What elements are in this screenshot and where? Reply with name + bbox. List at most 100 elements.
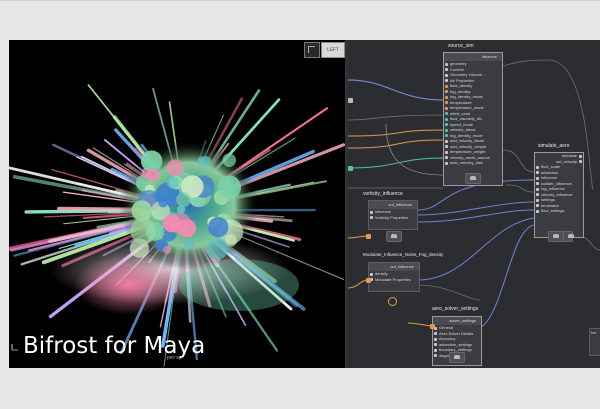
port-socket-icon[interactable] (445, 95, 448, 99)
bifrost-graph-editor[interactable]: source_sim idsource geometry Context Geome… (348, 40, 600, 368)
port-socket-icon[interactable] (445, 84, 448, 88)
view-cube[interactable]: LEFT (321, 42, 345, 58)
port-socket-icon[interactable] (445, 73, 448, 77)
node-compound-icon[interactable] (386, 231, 402, 242)
port-socket-icon[interactable] (434, 332, 437, 335)
port-label: velocity_mode_source (450, 154, 490, 160)
port-socket-icon[interactable] (434, 337, 437, 341)
node-port[interactable]: auto_velocity_bias (444, 160, 502, 166)
port-label: simulate (562, 153, 577, 158)
port-socket-icon[interactable] (445, 139, 448, 143)
axis-gizmo-icon (11, 344, 18, 351)
node-modulate-influence[interactable]: out_influence density Modulate Properties (368, 262, 420, 292)
node-title-simulate-aero: simulate_aero (538, 143, 570, 149)
node-options-icon[interactable] (563, 231, 574, 242)
port-socket-icon[interactable] (445, 79, 448, 82)
node-vorticity-influence[interactable]: out_influence influence Vorticity Propert… (368, 200, 418, 230)
node-title-source-sim: source_sim (448, 43, 474, 49)
port-socket-icon[interactable] (445, 145, 448, 148)
port-socket-icon[interactable] (579, 160, 582, 163)
node-compound-icon[interactable] (449, 352, 465, 363)
node-status-ring-icon (388, 297, 397, 306)
node-header: idsource (444, 53, 502, 61)
graph-input-port[interactable] (366, 234, 371, 239)
graph-input-port[interactable] (430, 324, 435, 329)
smoke-puff (200, 156, 212, 167)
smoke-puff (146, 168, 160, 182)
node-header: solver_settings (433, 317, 481, 325)
port-label: Air Properties (450, 77, 475, 83)
smoke-puff (222, 153, 236, 167)
port-socket-icon[interactable] (579, 154, 582, 158)
port-socket-icon[interactable] (445, 90, 448, 93)
smoke-puff (167, 176, 180, 189)
port-label: Accuracy (439, 336, 456, 341)
port-label: influence (375, 209, 392, 214)
port-label: add_velocity_factor (450, 138, 485, 143)
port-socket-icon[interactable] (445, 68, 448, 71)
port-socket-icon[interactable] (370, 272, 373, 276)
port-socket-icon[interactable] (445, 128, 448, 132)
port-label: add_velocity_weight (450, 143, 487, 149)
port-socket-icon[interactable] (434, 354, 437, 357)
port-label: Modulate Properties (375, 276, 411, 282)
smoke-puff (131, 200, 153, 222)
port-socket-icon[interactable] (445, 101, 448, 104)
node-compound-icon[interactable] (548, 231, 564, 242)
port-label: fluid_settings (541, 208, 565, 213)
port-socket-icon[interactable] (434, 343, 437, 346)
port-label: Context (450, 66, 464, 72)
port-label: velocity_influence (541, 191, 573, 197)
port-socket-icon[interactable] (536, 176, 539, 180)
node-simulate-aero[interactable]: simulate out_velocity fluid_scale advectio… (534, 152, 584, 238)
port-socket-icon[interactable] (536, 193, 539, 196)
graph-input-port[interactable] (348, 98, 353, 103)
port-label: fluid_viscosity_div (450, 116, 483, 121)
smoke-puff (162, 245, 172, 254)
port-label: settings (541, 197, 555, 202)
port-label: fluid_density (450, 83, 473, 88)
port-label: terminator (541, 202, 560, 208)
port-socket-icon[interactable] (445, 112, 448, 115)
port-socket-icon[interactable] (370, 216, 373, 219)
viewport-panel-menu-icon[interactable] (304, 42, 320, 58)
port-socket-icon[interactable] (445, 117, 448, 121)
port-label: collider_influence (541, 180, 572, 186)
port-socket-icon[interactable] (536, 171, 539, 174)
node-title-aero-solver-settings: aero_solver_settings (432, 306, 479, 312)
port-socket-icon[interactable] (445, 134, 448, 137)
node-port[interactable]: Vorticity Properties (369, 215, 417, 221)
port-socket-icon[interactable] (445, 161, 448, 165)
port-socket-icon[interactable] (445, 62, 448, 66)
port-socket-icon[interactable] (445, 156, 448, 159)
port-socket-icon[interactable] (536, 182, 539, 185)
port-socket-icon[interactable] (536, 187, 539, 191)
port-label: temperature_mode (450, 105, 484, 110)
port-socket-icon[interactable] (536, 204, 539, 207)
port-label: geometry (450, 61, 467, 66)
port-socket-icon[interactable] (445, 106, 448, 110)
node-title-vorticity-influence: vorticity_influence (363, 191, 403, 197)
node-compound-icon[interactable] (465, 173, 481, 184)
bifrost-explosion-render (9, 84, 345, 367)
port-socket-icon[interactable] (536, 165, 539, 169)
port-label: Vorticity Properties (375, 214, 409, 220)
port-label: out_velocity (555, 158, 577, 164)
graph-input-port[interactable] (366, 278, 371, 283)
port-socket-icon[interactable] (536, 209, 539, 213)
graph-input-port[interactable] (348, 166, 353, 171)
node-port[interactable]: fluid_settings (535, 208, 583, 214)
node-port[interactable]: Modulate Properties (369, 277, 419, 283)
port-socket-icon[interactable] (536, 198, 539, 202)
port-socket-icon[interactable] (445, 150, 448, 154)
port-socket-icon[interactable] (445, 123, 448, 126)
port-label: advection_settings (439, 341, 473, 347)
smoke-puff (166, 159, 184, 177)
port-socket-icon[interactable] (434, 348, 437, 352)
port-label: auto_velocity_bias (450, 160, 483, 165)
port-label: density (375, 271, 388, 276)
node-source-sim[interactable]: idsource geometry Context Geometry Volume…… (443, 52, 503, 186)
port-socket-icon[interactable] (370, 210, 373, 214)
maya-viewport[interactable]: LEFT Bifrost for Maya persp (9, 40, 345, 368)
offscreen-node-tab[interactable]: Ins (589, 328, 600, 356)
